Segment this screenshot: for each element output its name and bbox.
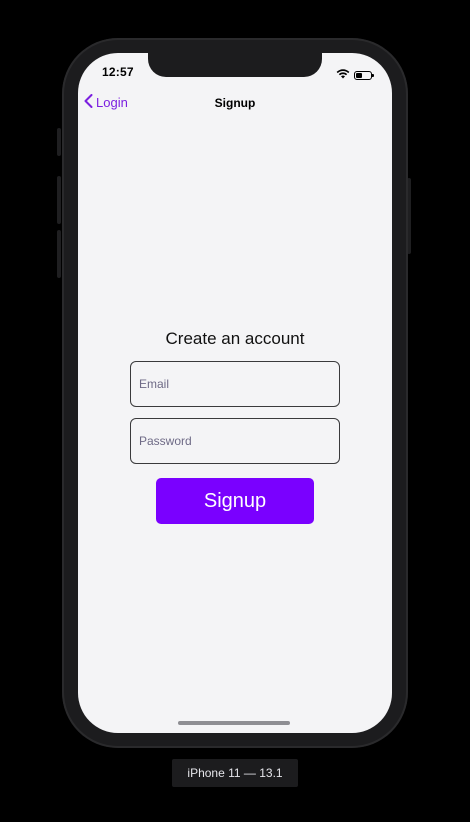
battery-icon: [354, 70, 374, 80]
simulator-stage: 12:57 Login Signup Create an account Ema…: [0, 0, 470, 822]
page-title: Signup: [214, 96, 256, 110]
password-field[interactable]: [130, 418, 340, 464]
email-field[interactable]: [130, 361, 340, 407]
form-heading: Create an account: [165, 329, 305, 348]
volume-down-button: [57, 230, 61, 278]
wifi-icon: [336, 66, 350, 84]
device-label: iPhone 11 — 13.1: [172, 759, 298, 787]
status-time: 12:57: [102, 65, 134, 79]
status-icons: [336, 66, 374, 84]
phone-screen: 12:57 Login Signup Create an account Ema…: [78, 53, 392, 733]
home-indicator[interactable]: [178, 721, 290, 725]
mute-switch: [57, 128, 61, 156]
navigation-bar: Login Signup: [78, 91, 392, 117]
notch: [148, 53, 322, 77]
battery-level: [356, 72, 362, 78]
signup-button[interactable]: Signup: [156, 478, 314, 524]
volume-up-button: [57, 176, 61, 224]
